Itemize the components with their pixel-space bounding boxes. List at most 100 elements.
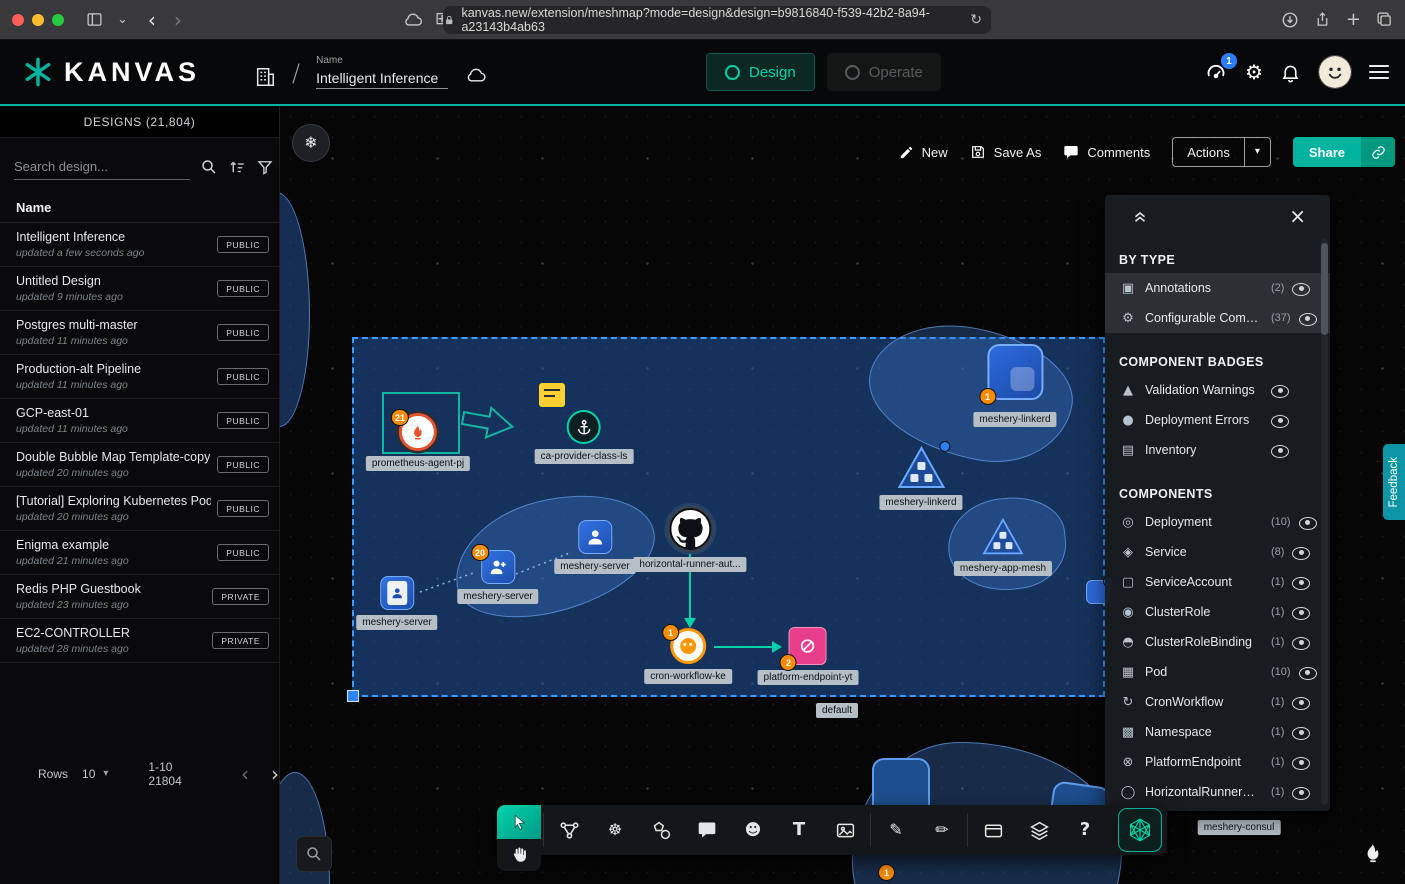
design-list-item[interactable]: Redis PHP Guestbookupdated 23 minutes ag…	[0, 575, 279, 619]
window-zoom-button[interactable]	[52, 14, 64, 26]
panel-item-serviceaccount[interactable]: ▢ ServiceAccount (1)	[1105, 567, 1330, 597]
design-list-item[interactable]: GCP-east-01updated 11 minutes ago PUBLIC	[0, 399, 279, 443]
node-meshery-server-serviceaccount[interactable]: meshery-server	[356, 576, 437, 630]
design-list-item[interactable]: Intelligent Inferenceupdated a few secon…	[0, 223, 279, 267]
browser-forward-button[interactable]: ›	[174, 10, 182, 30]
node-prometheus-agent[interactable]: 21 prometheus-agent-pj	[366, 413, 470, 471]
notifications-bell-icon[interactable]	[1280, 62, 1301, 83]
visibility-eye-icon[interactable]	[1292, 280, 1310, 297]
cron-workflow-icon[interactable]: 1	[670, 628, 706, 664]
panel-item-inventory[interactable]: ▤ Inventory	[1105, 435, 1330, 465]
comment-tool-button[interactable]	[684, 805, 730, 855]
pan-tool-button[interactable]	[497, 839, 541, 871]
design-list-item[interactable]: Postgres multi-masterupdated 11 minutes …	[0, 311, 279, 355]
panel-item-deployment[interactable]: ◎ Deployment (10)	[1105, 507, 1330, 537]
sidebar-chevron-icon[interactable]: ⌄	[117, 13, 128, 26]
organization-icon[interactable]	[254, 65, 276, 89]
visibility-eye-icon[interactable]	[1292, 574, 1310, 591]
kanvas-logo[interactable]: KANVAS	[22, 56, 200, 88]
panel-item-horizontalrunnerautoscaler[interactable]: ◯ HorizontalRunnerAutoscaler (1)	[1105, 777, 1330, 807]
node-meshery-linkerd-pods[interactable]: meshery-linkerd	[879, 446, 962, 510]
visibility-eye-icon[interactable]	[1271, 442, 1289, 459]
zoom-button[interactable]	[296, 836, 332, 872]
panel-item-service[interactable]: ◈ Service (8)	[1105, 537, 1330, 567]
design-list-item[interactable]: Untitled Designupdated 9 minutes ago PUB…	[0, 267, 279, 311]
next-page-button[interactable]: ›	[271, 764, 279, 784]
selection-resize-handle[interactable]	[347, 690, 359, 702]
prev-page-button[interactable]: ‹	[241, 764, 249, 784]
card-tool-button[interactable]	[970, 805, 1016, 855]
node-cron-workflow[interactable]: 1 cron-workflow-ke	[644, 628, 732, 684]
sticker-tool-button[interactable]: ☻	[730, 805, 776, 855]
visibility-eye-icon[interactable]	[1299, 514, 1317, 531]
tab-switcher-icon[interactable]	[1376, 11, 1393, 28]
visibility-eye-icon[interactable]	[1292, 724, 1310, 741]
service-person-icon[interactable]	[578, 520, 612, 554]
text-tool-button[interactable]: T	[776, 805, 822, 855]
design-list-item[interactable]: Production-alt Pipelineupdated 11 minute…	[0, 355, 279, 399]
downloads-icon[interactable]	[1281, 11, 1299, 29]
comments-button[interactable]: Comments	[1063, 144, 1150, 160]
sort-icon[interactable]	[228, 158, 246, 176]
panel-item-annotations[interactable]: ▣ Annotations (2)	[1105, 273, 1330, 303]
design-list-item[interactable]: Enigma exampleupdated 21 minutes ago PUB…	[0, 531, 279, 575]
layers-tool-button[interactable]	[1016, 805, 1062, 855]
visibility-eye-icon[interactable]	[1292, 754, 1310, 771]
close-panel-icon[interactable]: ×	[1289, 206, 1306, 226]
panel-item-clusterrole[interactable]: ◉ ClusterRole (1)	[1105, 597, 1330, 627]
visibility-eye-icon[interactable]	[1271, 412, 1289, 429]
panel-item-namespace[interactable]: ▩ Namespace (1)	[1105, 717, 1330, 747]
panel-item-cronworkflow[interactable]: ↻ CronWorkflow (1)	[1105, 687, 1330, 717]
panel-item-clusterrolebinding[interactable]: ◓ ClusterRoleBinding (1)	[1105, 627, 1330, 657]
panel-item-platformendpoint[interactable]: ⊗ PlatformEndpoint (1)	[1105, 747, 1330, 777]
collapse-panel-icon[interactable]	[1131, 207, 1149, 225]
linkerd-pods-icon[interactable]	[897, 446, 945, 490]
help-tool-button[interactable]: ?	[1062, 805, 1108, 855]
design-canvas[interactable]: 21 prometheus-agent-pj ca-provider-class…	[280, 106, 1405, 884]
visibility-eye-icon[interactable]	[1299, 664, 1317, 681]
hamburger-menu-icon[interactable]	[1369, 65, 1389, 79]
select-tool-button[interactable]	[497, 805, 541, 839]
icloud-tab-icon[interactable]	[402, 12, 424, 27]
design-list-item[interactable]: [Tutorial] Exploring Kubernetes Podupdat…	[0, 487, 279, 531]
pen-tool-button[interactable]: ✏	[919, 805, 965, 855]
visibility-eye-icon[interactable]	[1299, 310, 1317, 327]
user-avatar[interactable]	[1318, 55, 1352, 89]
reload-icon[interactable]: ↻	[970, 13, 982, 27]
comment-annotation[interactable]	[539, 383, 565, 407]
visibility-eye-icon[interactable]	[1292, 784, 1310, 801]
window-close-button[interactable]	[12, 14, 24, 26]
kubernetes-tool-button[interactable]: ☸	[592, 805, 638, 855]
rows-per-page-value[interactable]: 10	[82, 767, 95, 781]
node-meshery-app-mesh[interactable]: meshery-app-mesh	[954, 518, 1052, 576]
panel-item-deployment-errors[interactable]: ● Deployment Errors	[1105, 405, 1330, 435]
visibility-eye-icon[interactable]	[1292, 634, 1310, 651]
tab-design[interactable]: Design	[706, 53, 815, 91]
designs-column-header[interactable]: Name	[0, 192, 279, 223]
flame-button[interactable]	[1354, 833, 1392, 871]
person-plus-icon[interactable]: 20	[481, 550, 515, 584]
prometheus-icon[interactable]: 21	[399, 413, 437, 451]
serviceaccount-card-icon[interactable]	[380, 576, 414, 610]
shapes-tool-button[interactable]	[638, 805, 684, 855]
node-horizontal-runner[interactable]: horizontal-runner-aut...	[633, 506, 746, 572]
relationship-tool-button[interactable]	[546, 805, 592, 855]
browser-sidebar-toggle-icon[interactable]	[86, 11, 103, 28]
design-list-item[interactable]: EC2-CONTROLLERupdated 28 minutes ago PRI…	[0, 619, 279, 663]
visibility-eye-icon[interactable]	[1292, 694, 1310, 711]
pencil-tool-button[interactable]: ✎	[873, 805, 919, 855]
panel-item-validation-warnings[interactable]: ▲ Validation Warnings	[1105, 375, 1330, 405]
copy-link-icon[interactable]	[1361, 137, 1395, 167]
anchor-icon[interactable]	[567, 410, 601, 444]
panel-item-configurable-components[interactable]: ⚙ Configurable Components (37)	[1105, 303, 1330, 333]
platform-endpoint-icon[interactable]: 2	[789, 627, 827, 665]
filter-icon[interactable]	[256, 158, 274, 176]
node-meshery-server-endpoints[interactable]: 20 meshery-server	[457, 550, 538, 604]
feedback-tab[interactable]: Feedback	[1383, 444, 1405, 520]
new-tab-button[interactable]: +	[1346, 11, 1361, 29]
layout-snowflake-button[interactable]: ❄	[292, 124, 330, 162]
visibility-eye-icon[interactable]	[1292, 544, 1310, 561]
node-ca-provider[interactable]: ca-provider-class-ls	[535, 410, 634, 464]
actions-split-button[interactable]: Actions ▾	[1172, 137, 1271, 167]
save-as-button[interactable]: Save As	[970, 144, 1042, 160]
